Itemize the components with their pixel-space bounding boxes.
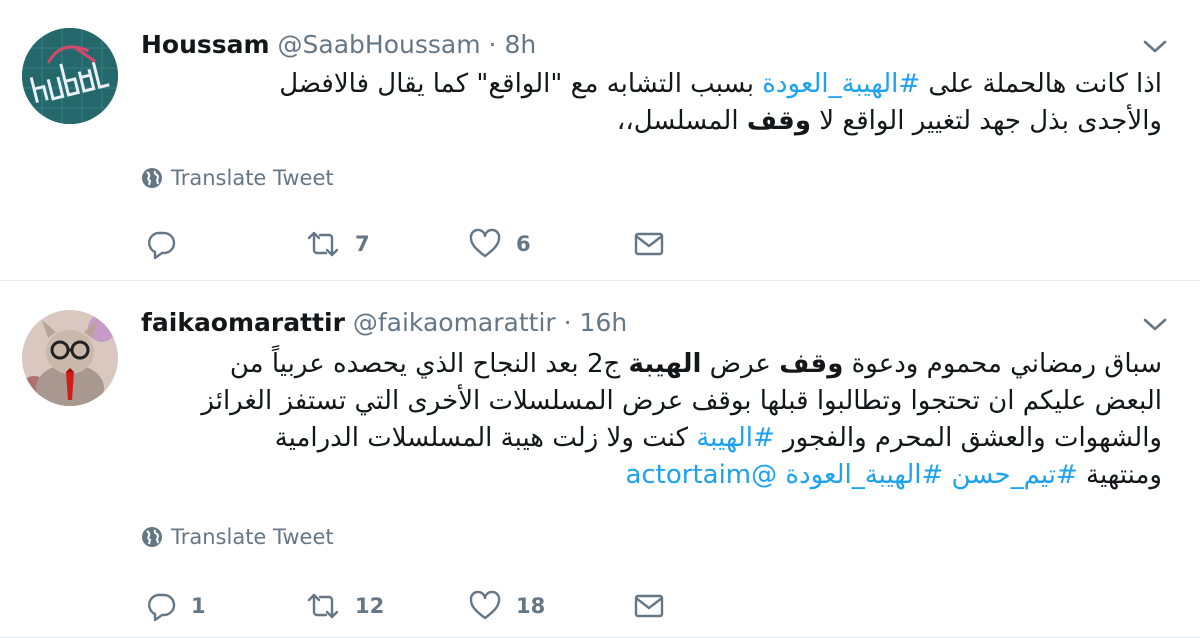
avatar-image xyxy=(22,28,118,124)
like-button[interactable]: 18 xyxy=(468,586,545,626)
tweet-text-line: والأجدى بذل جهد لتغيير الواقع لا وقف الم… xyxy=(140,103,1162,140)
tweet-text-line: والشهوات والعشق المحرم والفجور #الهيبة ك… xyxy=(140,420,1162,457)
bold-text: وقف xyxy=(779,349,844,379)
direct-message-button[interactable] xyxy=(633,224,665,264)
mention-link[interactable]: @actortaim xyxy=(625,460,777,490)
text-segment: البعض عليكم ان تحتجوا وتطالبوا قبلها بوق… xyxy=(201,386,1162,416)
translate-label: Translate Tweet xyxy=(171,525,334,549)
author-handle[interactable]: @faikaomarattir xyxy=(353,308,556,337)
text-segment: ومنتهية xyxy=(1077,460,1162,490)
bold-text: وقف xyxy=(746,106,811,136)
avatar-image xyxy=(22,310,118,406)
globe-icon xyxy=(142,168,162,188)
author-handle[interactable]: @SaabHoussam xyxy=(278,30,481,59)
text-segment: كنت ولا زلت هيبة المسلسلات الدرامية xyxy=(274,423,697,453)
translate-tweet-link[interactable]: Translate Tweet xyxy=(141,525,334,549)
tweet-actions: 1 12 18 xyxy=(145,586,685,626)
reply-icon xyxy=(148,593,176,622)
chevron-down-icon[interactable] xyxy=(1140,32,1170,62)
tweet[interactable]: faikaomarattir @faikaomarattir · 16h سبا… xyxy=(0,282,1200,638)
tweet[interactable]: Houssam @SaabHoussam · 8h اذا كانت هالحم… xyxy=(0,0,1200,281)
tweet-text-line: ومنتهية #تيم_حسن #الهيبة_العودة @actorta… xyxy=(140,457,1162,494)
hashtag-link[interactable]: #تيم_حسن xyxy=(952,460,1078,490)
chevron-down-icon[interactable] xyxy=(1140,310,1170,340)
tweet-text-line: سباق رمضاني محموم ودعوة وقف عرض الهيبة ج… xyxy=(140,346,1162,383)
translate-tweet-link[interactable]: Translate Tweet xyxy=(141,166,334,190)
message-icon xyxy=(634,594,664,618)
like-button[interactable]: 6 xyxy=(468,224,531,264)
tweet-text-line: اذا كانت هالحملة على #الهيبة_العودة بسبب… xyxy=(140,66,1162,103)
text-segment: ج2 بعد النجاح الذي يحصده عربياً من xyxy=(229,349,629,379)
avatar[interactable] xyxy=(22,310,118,406)
tweet-text: سباق رمضاني محموم ودعوة وقف عرض الهيبة ج… xyxy=(140,346,1162,494)
tweet-text-line: البعض عليكم ان تحتجوا وتطالبوا قبلها بوق… xyxy=(140,383,1162,420)
separator-dot: · xyxy=(563,308,572,337)
like-icon xyxy=(469,590,501,620)
text-segment: والشهوات والعشق المحرم والفجور xyxy=(774,423,1162,453)
avatar[interactable] xyxy=(22,28,118,124)
text-segment: والأجدى بذل جهد لتغيير الواقع لا xyxy=(811,106,1162,136)
hashtag-link[interactable]: #الهيبة_العودة xyxy=(762,69,920,99)
like-icon xyxy=(469,228,501,258)
text-segment: اذا كانت هالحملة على xyxy=(920,69,1162,99)
bold-text: الهيبة xyxy=(628,349,702,379)
tweet-text: اذا كانت هالحملة على #الهيبة_العودة بسبب… xyxy=(140,66,1162,140)
reply-count: 1 xyxy=(191,594,206,618)
text-segment: سباق رمضاني محموم ودعوة xyxy=(843,349,1162,379)
author-name[interactable]: Houssam xyxy=(141,30,270,59)
globe-icon xyxy=(142,527,162,547)
tweet-header: faikaomarattir @faikaomarattir · 16h xyxy=(141,308,627,337)
retweet-icon xyxy=(307,593,339,619)
reply-icon xyxy=(148,231,176,260)
retweet-button[interactable]: 7 xyxy=(305,224,370,264)
retweet-count: 7 xyxy=(355,232,370,256)
author-name[interactable]: faikaomarattir xyxy=(141,308,345,337)
retweet-icon xyxy=(307,231,339,257)
like-count: 6 xyxy=(516,232,531,256)
tweet-actions: 7 6 xyxy=(145,224,685,264)
separator-dot: · xyxy=(488,30,497,59)
translate-label: Translate Tweet xyxy=(171,166,334,190)
reply-button[interactable]: 1 xyxy=(145,586,206,626)
text-segment: بسبب التشابه مع "الواقع" كما يقال فالافض… xyxy=(279,69,763,99)
retweet-count: 12 xyxy=(355,594,385,618)
hashtag-link[interactable]: #الهيبة xyxy=(696,423,775,453)
reply-button[interactable] xyxy=(145,224,191,264)
direct-message-button[interactable] xyxy=(633,586,665,626)
hashtag-link[interactable]: #الهيبة_العودة xyxy=(785,460,943,490)
timestamp[interactable]: 16h xyxy=(580,308,628,337)
tweet-header: Houssam @SaabHoussam · 8h xyxy=(141,30,536,59)
message-icon xyxy=(634,232,664,256)
text-segment: عرض xyxy=(701,349,780,379)
text-segment: المسلسل،، xyxy=(616,106,747,136)
like-count: 18 xyxy=(516,594,546,618)
timestamp[interactable]: 8h xyxy=(504,30,536,59)
retweet-button[interactable]: 12 xyxy=(305,586,384,626)
